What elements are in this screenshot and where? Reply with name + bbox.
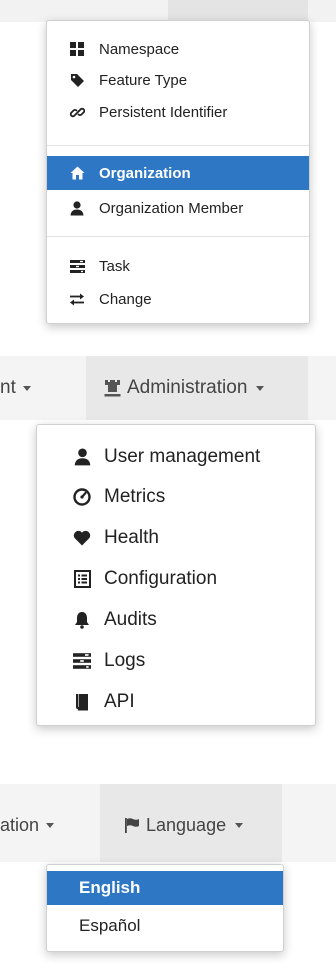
menu-item-feature-type[interactable]: Feature Type [47,65,309,95]
link-icon [67,105,87,120]
caret-down-icon [256,385,265,391]
entities-panel: Namespace Feature Type Persistent Identi… [0,0,336,340]
menu-item-health[interactable]: Health [37,519,315,557]
nav-item-administration-label: Administration [127,377,248,398]
bell-icon [71,611,93,629]
menu-item-label: Español [79,916,141,935]
language-panel: ation Language English Español [0,784,336,974]
menu-item-label: Task [99,257,130,275]
list-alt-icon [71,570,93,588]
tasks-icon [71,653,93,669]
nav-item-previous-label: nt [0,377,16,398]
menu-item-label: Logs [104,650,146,671]
menu-divider [47,145,309,146]
administration-panel: nt Administration User management Metric… [0,356,336,756]
menu-item-label: API [104,691,135,712]
menu-item-logs[interactable]: Logs [37,642,315,680]
nav-item-language[interactable]: Language [124,810,244,840]
nav-item-previous[interactable]: nt [0,374,31,402]
caret-down-icon [235,822,244,828]
menu-item-configuration[interactable]: Configuration [37,560,315,598]
language-dropdown-menu: English Español [46,864,284,952]
navbar-active-tab-top [168,0,308,22]
menu-item-user-management[interactable]: User management [37,438,315,476]
menu-item-task[interactable]: Task [47,251,309,281]
user-icon [67,200,87,216]
transfer-icon [67,293,87,306]
menu-item-persistent-identifier[interactable]: Persistent Identifier [47,97,309,127]
heart-icon [71,530,93,546]
menu-item-label: Organization Member [99,199,244,217]
user-icon [71,448,93,466]
tower-icon [104,379,121,397]
nav-item-language-label: Language [146,814,227,835]
menu-item-audits[interactable]: Audits [37,601,315,639]
home-icon [67,166,87,180]
menu-item-label: Configuration [104,568,218,589]
menu-item-espanol[interactable]: Español [47,909,283,943]
menu-item-metrics[interactable]: Metrics [37,478,315,516]
menu-item-label: English [79,878,141,897]
dashboard-icon [71,488,93,506]
entities-dropdown-menu: Namespace Feature Type Persistent Identi… [46,20,310,324]
administration-dropdown-menu: User management Metrics Health Configura… [36,424,316,726]
menu-item-label: Health [104,527,159,548]
th-large-icon [67,42,87,56]
menu-item-organization-member[interactable]: Organization Member [47,192,309,224]
nav-item-administration[interactable]: Administration [104,373,265,403]
menu-item-english[interactable]: English [47,871,283,905]
menu-item-label: Metrics [104,486,166,507]
menu-item-label: Namespace [99,40,180,58]
tasks-icon [67,259,87,273]
book-icon [71,693,93,711]
tag-icon [67,73,87,88]
flag-icon [124,817,140,834]
nav-item-previous-label: ation [0,814,40,835]
menu-item-label: Feature Type [99,71,188,89]
menu-item-change[interactable]: Change [47,284,309,314]
caret-down-icon [22,385,31,391]
menu-item-namespace[interactable]: Namespace [47,34,309,64]
menu-item-label: Change [99,290,152,308]
menu-item-organization[interactable]: Organization [47,156,309,190]
menu-divider [47,236,309,237]
menu-item-label: Audits [104,609,157,630]
menu-item-label: Organization [99,164,191,182]
menu-item-label: User management [104,446,261,467]
menu-item-label: Persistent Identifier [99,103,228,121]
menu-item-api[interactable]: API [37,683,315,721]
nav-item-previous[interactable]: ation [0,811,55,839]
caret-down-icon [46,822,55,828]
